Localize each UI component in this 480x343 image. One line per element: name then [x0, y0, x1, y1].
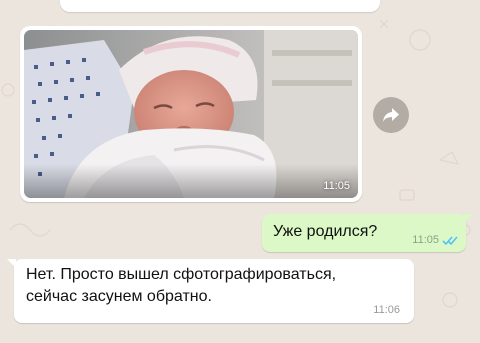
forward-arrow-icon	[383, 108, 399, 122]
outgoing-message-bubble[interactable]: Уже родился? 11:05	[262, 214, 473, 252]
photo-message-bubble[interactable]: 11:05	[20, 26, 362, 202]
forward-button[interactable]	[373, 97, 409, 133]
incoming-message-bubble[interactable]: Нет. Просто вышел сфотографироваться, се…	[7, 259, 414, 323]
incoming-message-line-1: Нет. Просто вышел сфотографироваться,	[26, 266, 337, 283]
outgoing-message-time: 11:05	[412, 234, 439, 246]
photo-timestamp: 11:05	[323, 180, 350, 192]
incoming-message-line-2: сейчас засунем обратно.	[26, 288, 212, 305]
outgoing-message-text: Уже родился?	[273, 223, 378, 240]
photo-time-shade	[24, 164, 358, 198]
newborn-photo[interactable]: 11:05	[24, 30, 358, 198]
outgoing-message-meta: 11:05	[412, 234, 458, 246]
previous-message-bubble	[60, 0, 380, 12]
double-check-read-icon	[442, 235, 458, 245]
incoming-message-time: 11:06	[373, 304, 400, 316]
